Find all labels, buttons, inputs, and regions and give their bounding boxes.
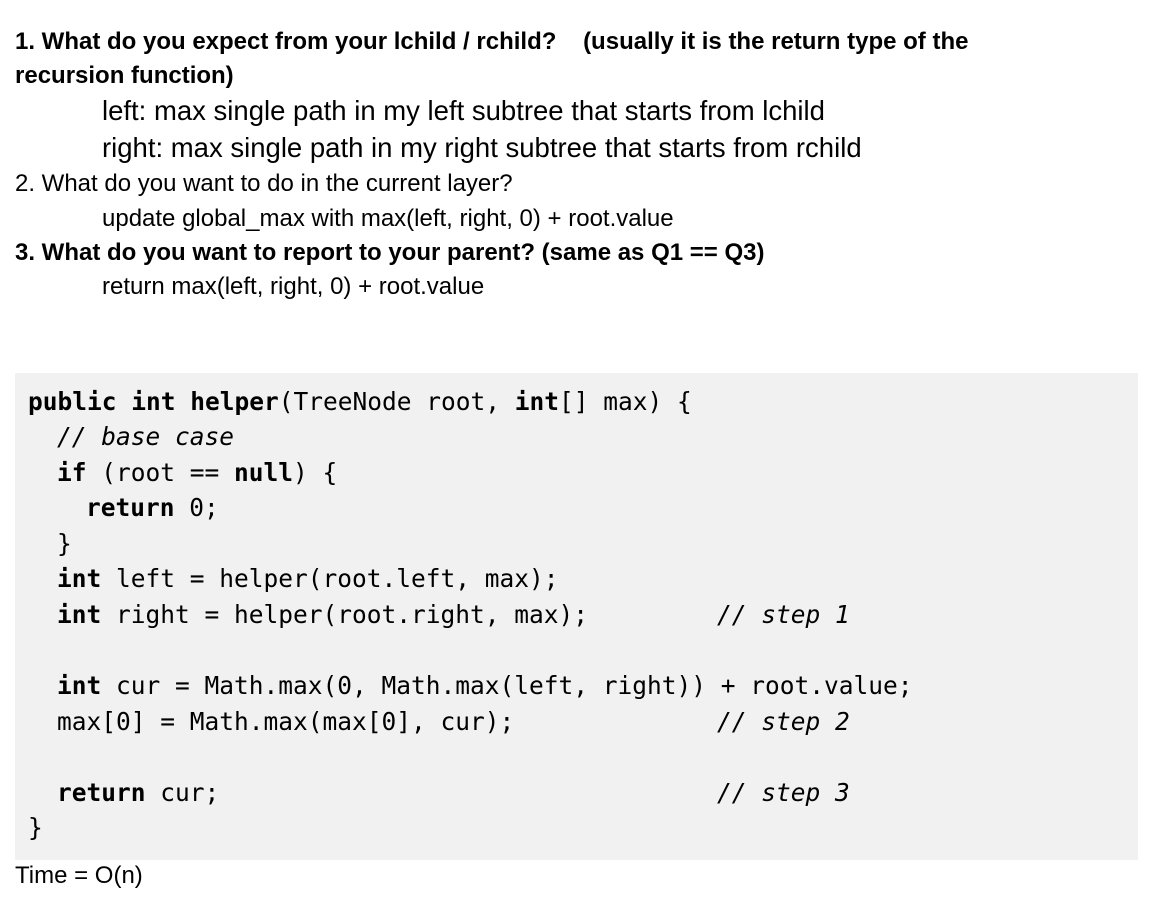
code-keyword: if — [57, 458, 87, 487]
question-3-line-1: 3. What do you want to report to your pa… — [15, 239, 765, 266]
code-line-5: } — [57, 529, 72, 558]
code-text: cur = Math.max(0, Math.max(left, right))… — [101, 671, 913, 700]
question-1-answer-left: left: max single path in my left subtree… — [102, 95, 825, 126]
code-text: ) { — [293, 458, 338, 487]
code-line-1: public int helper(TreeNode root, int[] m… — [28, 387, 692, 416]
code-text: (root == — [86, 458, 235, 487]
code-text: [] max) { — [559, 387, 692, 416]
code-line-11: } — [28, 813, 43, 842]
code-line-7: int right = helper(root.right, max); — [57, 600, 589, 629]
question-1-answer-right: right: max single path in my right subtr… — [102, 132, 862, 163]
question-1-line-2: recursion function) — [15, 62, 234, 89]
code-line-8: int cur = Math.max(0, Math.max(left, rig… — [57, 671, 913, 700]
code-text: right = helper(root.right, max); — [101, 600, 589, 629]
question-2-answer: update global_max with max(left, right, … — [102, 205, 674, 232]
code-text: 0; — [174, 493, 219, 522]
code-keyword: int — [57, 671, 102, 700]
code-line-9: max[0] = Math.max(max[0], cur); — [57, 707, 515, 736]
code-keyword: null — [234, 458, 294, 487]
code-keyword: int — [514, 387, 560, 416]
code-line-4: return 0; — [86, 493, 219, 522]
code-line-10: return cur; — [57, 778, 220, 807]
code-line-3: if (root == null) { — [57, 458, 338, 487]
question-1-line-1: 1. What do you expect from your lchild /… — [15, 28, 969, 55]
code-keyword: int — [57, 600, 102, 629]
code-comment-step-3: // step 3 — [717, 778, 850, 807]
code-comment-step-2: // step 2 — [717, 707, 850, 736]
code-text: left = helper(root.left, max); — [101, 564, 559, 593]
code-keyword: return — [86, 493, 175, 522]
code-line-6: int left = helper(root.left, max); — [57, 564, 559, 593]
time-complexity: Time = O(n) — [15, 862, 143, 889]
code-text: cur; — [145, 778, 220, 807]
code-text: (TreeNode root, — [278, 387, 515, 416]
code-keyword: int — [57, 564, 102, 593]
question-3-answer: return max(left, right, 0) + root.value — [102, 273, 485, 300]
code-keyword: return — [57, 778, 146, 807]
code-block: public int helper(TreeNode root, int[] m… — [15, 373, 1138, 860]
code-comment-step-1: // step 1 — [717, 600, 850, 629]
question-2-line-1: 2. What do you want to do in the current… — [15, 170, 513, 197]
code-comment-base-case: // base case — [57, 422, 235, 451]
code-keyword: public int helper — [28, 387, 279, 416]
